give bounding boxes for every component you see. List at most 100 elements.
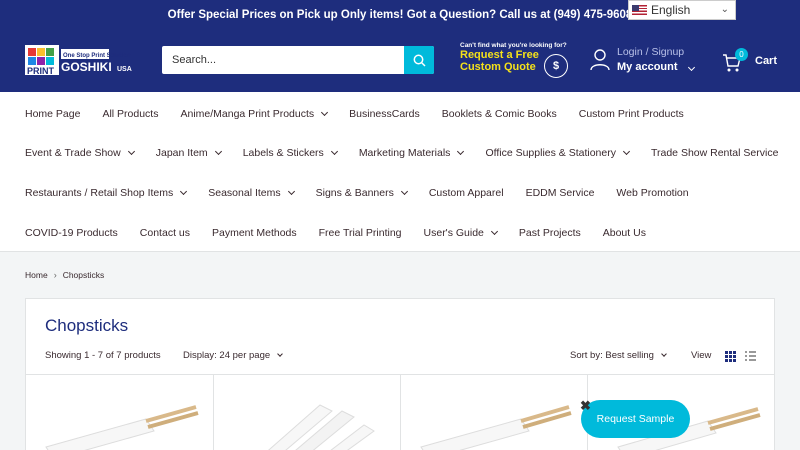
nav-row-2: Event & Trade Show Japan Item Labels & Sti… <box>25 145 800 161</box>
nav-item-label: Home Page <box>25 108 81 120</box>
nav-item-marketing-materials[interactable]: Marketing Materials <box>358 147 465 159</box>
nav-item-businesscards[interactable]: BusinessCards <box>349 108 420 120</box>
nav-item-about-us[interactable]: About Us <box>603 227 646 239</box>
my-account-button[interactable]: My account <box>617 61 695 73</box>
chevron-down-icon <box>180 187 188 196</box>
main-navigation: Home Page All Products Anime/Manga Print P… <box>0 92 800 252</box>
nav-item-covid-19-products[interactable]: COVID-19 Products <box>25 227 118 239</box>
nav-item-labels-stickers[interactable]: Labels & Stickers <box>242 147 338 159</box>
nav-item-booklets-comic-books[interactable]: Booklets & Comic Books <box>442 108 557 120</box>
chevron-down-icon <box>321 108 329 117</box>
breadcrumb-current: Chopsticks <box>62 270 105 280</box>
nav-item-web-promotion[interactable]: Web Promotion <box>616 187 688 199</box>
chevron-down-icon: ⌄ <box>720 4 729 15</box>
nav-item-label: About Us <box>602 227 646 239</box>
chevron-down-icon <box>127 147 135 156</box>
language-selector[interactable]: English ⌄ <box>628 0 736 20</box>
request-quote-banner[interactable]: Can't find what you're looking for? Requ… <box>460 42 575 82</box>
search-button[interactable] <box>404 46 434 74</box>
nav-item-label: Payment Methods <box>212 227 297 239</box>
close-icon[interactable]: ✖ <box>580 398 591 414</box>
nav-item-label: Seasonal Items <box>208 187 281 199</box>
display-per-page-select[interactable]: Display: 24 per page <box>183 350 283 361</box>
chevron-right-icon: › <box>53 270 57 280</box>
nav-item-label: Trade Show Rental Service <box>650 147 779 159</box>
nav-item-label: Booklets & Comic Books <box>441 108 557 120</box>
logo-print-text: PRINT <box>27 66 55 76</box>
breadcrumb: Home › Chopsticks <box>25 270 104 280</box>
nav-item-eddm-service[interactable]: EDDM Service <box>526 187 595 199</box>
nav-row-1: Home Page All Products Anime/Manga Print P… <box>25 106 706 122</box>
nav-item-contact-us[interactable]: Contact us <box>140 227 190 239</box>
nav-item-japan-item[interactable]: Japan Item <box>156 147 222 159</box>
chevron-down-icon <box>277 351 283 357</box>
nav-item-payment-methods[interactable]: Payment Methods <box>212 227 297 239</box>
nav-row-3: Restaurants / Retail Shop Items Seasonal … <box>25 185 711 201</box>
us-flag-icon <box>632 5 647 15</box>
nav-item-label: Labels & Stickers <box>242 147 324 159</box>
collection-toolbar: Showing 1 - 7 of 7 products Display: 24 … <box>45 350 757 364</box>
nav-item-restaurants-retail-shop-items[interactable]: Restaurants / Retail Shop Items <box>25 187 188 199</box>
chopsticks-image <box>268 404 375 450</box>
dollar-coin-icon: $ <box>544 54 568 78</box>
nav-item-label: Office Supplies & Stationery <box>485 147 616 159</box>
chevron-down-icon <box>687 63 695 72</box>
nav-item-anime-manga-print-products[interactable]: Anime/Manga Print Products <box>180 108 329 120</box>
nav-item-trade-show-rental-service[interactable]: Trade Show Rental Service <box>651 147 778 159</box>
nav-item-label: BusinessCards <box>349 108 420 120</box>
product-card[interactable] <box>401 375 588 450</box>
nav-item-signs-banners[interactable]: Signs & Banners <box>315 187 408 199</box>
chevron-down-icon <box>214 147 222 156</box>
grid-view-icon[interactable] <box>725 351 736 362</box>
nav-item-all-products[interactable]: All Products <box>102 108 158 120</box>
nav-item-label: Marketing Materials <box>358 147 451 159</box>
nav-item-label: COVID-19 Products <box>25 227 118 239</box>
chevron-down-icon <box>661 351 667 357</box>
sort-by-select[interactable]: Sort by: Best selling <box>570 350 667 361</box>
cart-label: Cart <box>755 55 778 67</box>
chevron-down-icon <box>330 147 338 156</box>
site-logo[interactable]: One Stop Print Solution PRINT GOSHIKI US… <box>25 41 137 81</box>
breadcrumb-home-link[interactable]: Home <box>25 270 48 280</box>
request-sample-label: Request Sample <box>596 413 675 425</box>
nav-item-past-projects[interactable]: Past Projects <box>519 227 581 239</box>
announcement-text: Offer Special Prices on Pick up Only ite… <box>167 8 633 21</box>
login-signup-link[interactable]: Login / Signup <box>617 46 684 58</box>
nav-item-free-trial-printing[interactable]: Free Trial Printing <box>319 227 402 239</box>
list-view-icon[interactable] <box>745 351 756 362</box>
nav-item-label: Free Trial Printing <box>318 227 402 239</box>
nav-item-label: User's Guide <box>423 227 484 239</box>
page-title: Chopsticks <box>45 316 129 335</box>
product-card[interactable] <box>214 375 401 450</box>
search-icon <box>413 54 426 67</box>
chopsticks-image <box>45 405 199 450</box>
nav-item-custom-print-products[interactable]: Custom Print Products <box>579 108 684 120</box>
nav-item-label: Signs & Banners <box>315 187 394 199</box>
nav-item-user-s-guide[interactable]: User's Guide <box>423 227 498 239</box>
nav-item-label: Anime/Manga Print Products <box>180 108 315 120</box>
chevron-down-icon <box>400 187 408 196</box>
nav-item-custom-apparel[interactable]: Custom Apparel <box>429 187 504 199</box>
nav-item-label: Custom Print Products <box>578 108 684 120</box>
account-menu[interactable]: Login / Signup My account <box>590 45 700 79</box>
nav-item-label: Past Projects <box>518 227 581 239</box>
nav-item-label: Web Promotion <box>616 187 689 199</box>
cart-button[interactable]: 0 Cart <box>722 47 782 75</box>
nav-item-home-page[interactable]: Home Page <box>25 108 80 120</box>
nav-item-event-trade-show[interactable]: Event & Trade Show <box>25 147 135 159</box>
quote-tagline: Can't find what you're looking for? <box>460 42 567 49</box>
nav-item-label: All Products <box>102 108 159 120</box>
nav-item-office-supplies-stationery[interactable]: Office Supplies & Stationery <box>485 147 631 159</box>
chevron-down-icon <box>287 187 295 196</box>
search-input[interactable] <box>162 46 402 74</box>
nav-item-label: Custom Apparel <box>428 187 504 199</box>
chopsticks-image <box>420 405 572 450</box>
site-header: One Stop Print Solution PRINT GOSHIKI US… <box>0 29 800 92</box>
request-sample-button[interactable]: Request Sample <box>581 400 690 438</box>
view-label: View <box>691 350 712 361</box>
product-card[interactable] <box>26 375 214 450</box>
nav-item-seasonal-items[interactable]: Seasonal Items <box>208 187 295 199</box>
chevron-down-icon <box>622 147 631 156</box>
sort-by-label: Sort by: Best selling <box>570 350 654 361</box>
nav-item-label: Event & Trade Show <box>25 147 121 159</box>
